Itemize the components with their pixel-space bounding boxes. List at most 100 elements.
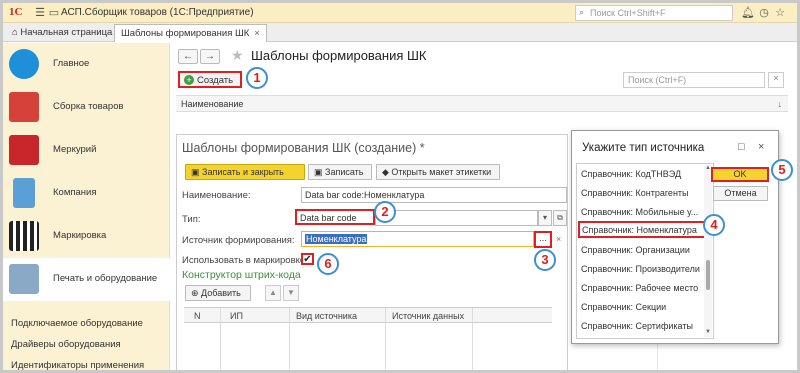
list-search-input[interactable]: Поиск (Ctrl+F) (623, 72, 765, 88)
disk-icon: ▣ (191, 167, 203, 177)
tab-home-label: Начальная страница (20, 27, 113, 38)
column-source-kind[interactable]: Вид источника (296, 311, 357, 321)
source-type-dialog: Укажите тип источника □ × Справочник: Ко… (571, 130, 779, 344)
plus-icon: + (184, 75, 194, 85)
choose-source-button[interactable]: ... (534, 231, 552, 248)
global-search-input[interactable]: ⌕ Поиск Ctrl+Shift+F (575, 5, 733, 21)
sidebar-item-main[interactable]: Главное (3, 43, 170, 86)
source-type-list: Справочник: КодТНВЭД Справочник: Контраг… (576, 163, 714, 339)
star-icon[interactable]: ☆ (773, 6, 787, 20)
add-button[interactable]: ⊕ Добавить (185, 285, 251, 301)
clear-search-button[interactable]: × (768, 72, 784, 88)
app-window: 1С ☰ ▭ АСП.Сборщик товаров (1С:Предприят… (0, 0, 800, 373)
column-divider (289, 308, 290, 370)
save-label: Записать (325, 167, 364, 177)
open-layout-label: Открыть макет этикетки (391, 167, 492, 177)
column-n[interactable]: N (194, 311, 201, 321)
title-bar: 1С ☰ ▭ АСП.Сборщик товаров (1С:Предприят… (3, 3, 797, 23)
page-title: Шаблоны формирования ШК (251, 48, 427, 63)
callout-4: 4 (703, 214, 725, 236)
use-in-marking-checkbox[interactable]: ✔ (301, 253, 314, 265)
dialog-title: Укажите тип источника (582, 142, 705, 154)
list-item[interactable]: Справочник: Сертификаты (578, 318, 706, 335)
tab-home[interactable]: ⌂ Начальная страница (6, 24, 118, 42)
favorite-star-icon[interactable]: ★ (231, 47, 244, 64)
list-header: Наименование ↓ (176, 95, 788, 112)
sidebar-item-label: Меркурий (53, 144, 97, 155)
source-label: Источник формирования: (182, 235, 295, 246)
callout-2: 2 (374, 201, 396, 223)
list-search-placeholder: Поиск (Ctrl+F) (628, 75, 687, 85)
list-item[interactable]: Справочник: Организации (578, 242, 706, 259)
form-title: Шаблоны формирования ШК (создание) * (182, 141, 425, 155)
clear-icon[interactable]: × (556, 234, 561, 244)
list-scrollbar[interactable]: ▲ ▼ (704, 165, 712, 337)
maximize-icon[interactable]: □ (738, 141, 745, 153)
save-close-label: Записать и закрыть (202, 167, 284, 177)
forward-button[interactable]: → (200, 49, 220, 64)
type-field-rest[interactable] (375, 210, 538, 226)
ok-button[interactable]: OK (711, 167, 769, 182)
create-form: Шаблоны формирования ШК (создание) * ▣ З… (176, 134, 568, 370)
sidebar-item-label: Компания (53, 187, 97, 198)
sidebar-link-drivers[interactable]: Драйверы оборудования (11, 339, 121, 350)
type-dropdown-button[interactable]: ▾ (538, 210, 552, 226)
qr-code-icon (9, 221, 39, 251)
column-divider (385, 308, 386, 370)
sidebar-item-label: Маркировка (53, 230, 107, 241)
column-ip[interactable]: ИП (230, 311, 243, 321)
close-icon[interactable]: × (254, 28, 260, 39)
column-divider (220, 308, 221, 370)
type-open-button[interactable]: ⧉ (553, 210, 567, 226)
name-field[interactable]: Data bar code:Номенклатура (301, 187, 567, 203)
menu-icon[interactable]: ☰ (33, 6, 47, 20)
scroll-thumb[interactable] (706, 260, 710, 290)
cancel-button[interactable]: Отмена (713, 186, 768, 201)
close-icon[interactable]: × (758, 141, 764, 153)
sidebar-item-printing[interactable]: Печать и оборудование (3, 258, 170, 301)
sidebar-link-equipment[interactable]: Подключаемое оборудование (11, 318, 143, 329)
sidebar-item-label: Печать и оборудование (53, 273, 158, 284)
move-down-button[interactable]: ▼ (283, 285, 299, 301)
boxes-icon (9, 92, 39, 122)
tab-templates-label: Шаблоны формирования ШК (121, 28, 250, 39)
list-item[interactable]: Справочник: Контрагенты (578, 185, 706, 202)
save-button[interactable]: ▣ Записать (308, 164, 372, 180)
bell-icon[interactable]: 🔔︎ (741, 6, 755, 20)
sidebar-link-identifiers[interactable]: Идентификаторы применения (11, 360, 144, 370)
type-field[interactable]: Data bar code (295, 209, 375, 225)
sidebar-item-mercury[interactable]: Меркурий (3, 129, 170, 172)
callout-1: 1 (246, 67, 268, 89)
windows-icon[interactable]: ▭ (47, 6, 61, 20)
source-field[interactable]: Номенклатура (301, 231, 534, 247)
printer-icon (9, 264, 39, 294)
list-item-selected[interactable]: Справочник: Номенклатура (578, 221, 706, 238)
history-icon[interactable]: ◷ (757, 6, 771, 20)
sidebar-item-company[interactable]: Компания (3, 172, 170, 215)
tab-templates[interactable]: Шаблоны формирования ШК × (114, 24, 267, 42)
tabs-bar: ⌂ Начальная страница Шаблоны формировани… (3, 23, 797, 42)
list-item[interactable]: Справочник: Секции (578, 299, 706, 316)
column-name[interactable]: Наименование (181, 99, 243, 109)
building-icon (13, 178, 35, 208)
move-up-button[interactable]: ▲ (265, 285, 281, 301)
list-item[interactable]: Справочник: Мобильные у... (578, 204, 706, 221)
column-divider (472, 308, 473, 370)
sidebar-item-assembly[interactable]: Сборка товаров (3, 86, 170, 129)
save-close-button[interactable]: ▣ Записать и закрыть (185, 164, 305, 180)
open-layout-button[interactable]: ◆ Открыть макет этикетки (376, 164, 500, 180)
create-button[interactable]: + Создать (178, 71, 242, 88)
column-data-source[interactable]: Источник данных (392, 311, 464, 321)
search-icon: ⌕ (579, 7, 585, 17)
list-item[interactable]: Справочник: Производители (578, 261, 706, 278)
back-button[interactable]: ← (178, 49, 198, 64)
sort-icon[interactable]: ↓ (778, 99, 783, 109)
callout-3: 3 (534, 249, 556, 271)
label-icon: ◆ (382, 167, 392, 177)
scroll-down-icon[interactable]: ▼ (704, 329, 712, 335)
name-label: Наименование: (182, 190, 251, 201)
callout-5: 5 (771, 159, 793, 181)
list-item[interactable]: Справочник: КодТНВЭД (578, 166, 706, 183)
sidebar-item-marking[interactable]: Маркировка (3, 215, 170, 258)
list-item[interactable]: Справочник: Рабочее место (578, 280, 706, 297)
